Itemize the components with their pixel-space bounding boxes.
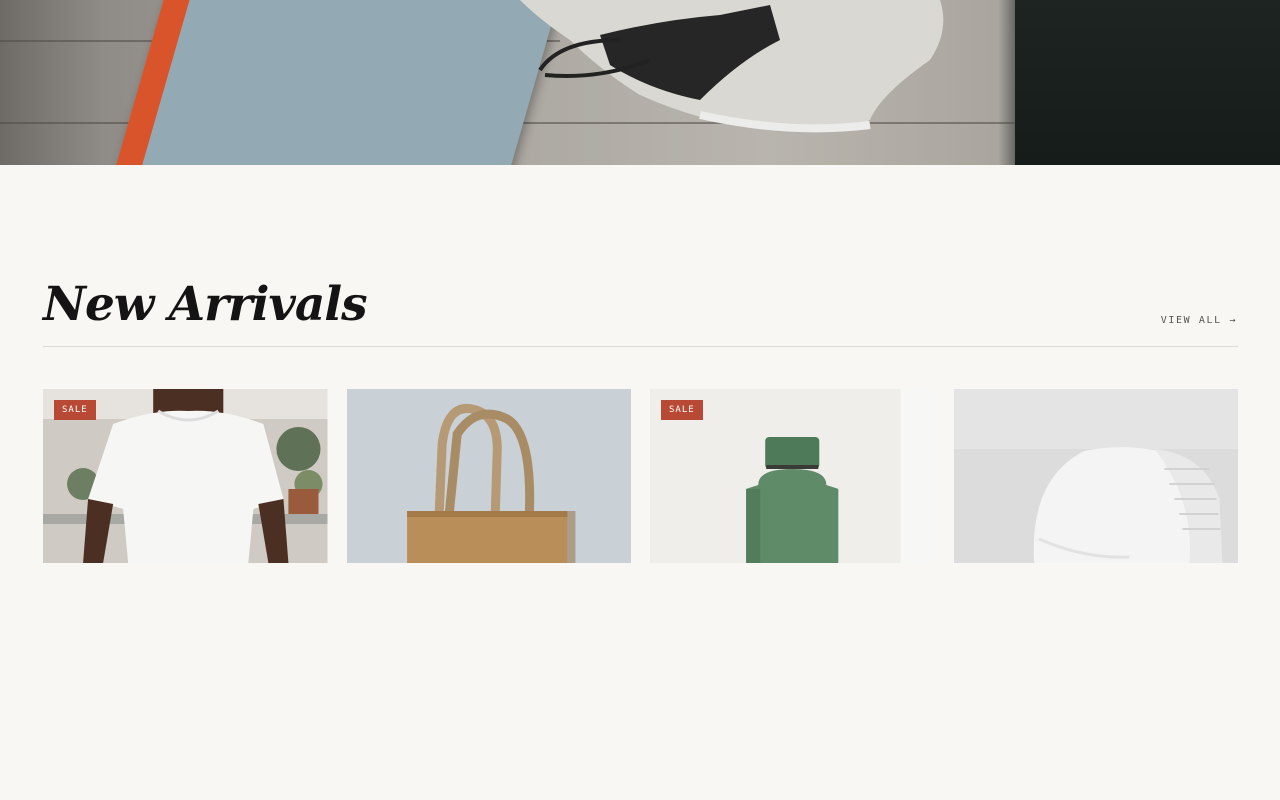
product-grid: SALE SALE (43, 389, 1238, 563)
sneaker-graphic (520, 0, 944, 133)
product-card[interactable] (346, 389, 631, 563)
white-cap-image (953, 389, 1238, 563)
product-card[interactable] (953, 389, 1238, 563)
view-all-link[interactable]: VIEW ALL → (1161, 315, 1237, 326)
product-card[interactable]: SALE (650, 389, 935, 563)
sale-badge: SALE (661, 400, 703, 420)
hero-image (0, 0, 1280, 165)
section-divider (43, 346, 1238, 347)
product-card[interactable]: SALE (43, 389, 328, 563)
section-title: New Arrivals (43, 277, 368, 332)
sale-badge: SALE (54, 400, 96, 420)
tote-bag-image (346, 389, 631, 563)
